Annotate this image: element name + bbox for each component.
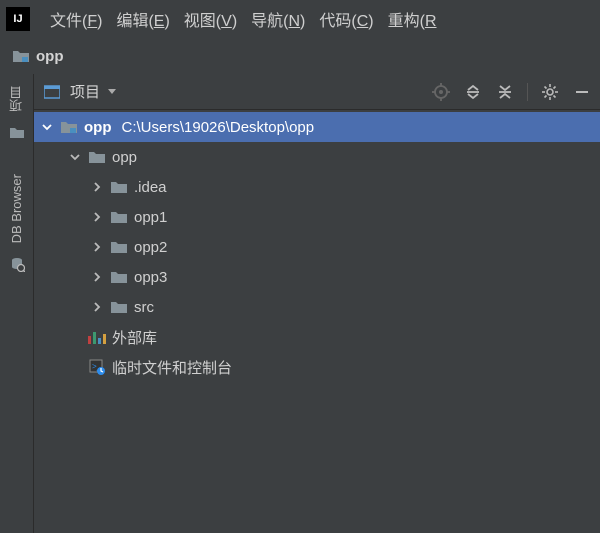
folder-icon	[110, 210, 128, 224]
menu-edit[interactable]: 编辑(E)	[116, 7, 169, 31]
tree-node-label: opp2	[134, 239, 167, 256]
chevron-right-icon[interactable]	[90, 180, 104, 194]
folder-icon	[110, 270, 128, 284]
rail-tab-label: DB Browser	[9, 174, 24, 243]
divider	[527, 83, 528, 101]
tree-node-label: .idea	[134, 179, 167, 196]
locate-icon[interactable]	[431, 82, 451, 102]
folder-icon	[110, 300, 128, 314]
left-tool-rail: 项目 DB Browser	[0, 74, 34, 533]
tree-node[interactable]: .idea	[34, 172, 600, 202]
menu-navigate[interactable]: 导航(N)	[251, 7, 305, 31]
tree-node-label: opp	[84, 119, 112, 136]
project-folder-icon	[12, 49, 30, 63]
menu-code[interactable]: 代码(C)	[319, 7, 373, 31]
expand-all-icon[interactable]	[463, 82, 483, 102]
tree-external-libraries[interactable]: 外部库	[34, 322, 600, 352]
collapse-all-icon[interactable]	[495, 82, 515, 102]
chevron-right-icon[interactable]	[90, 270, 104, 284]
breadcrumb-project[interactable]: opp	[36, 48, 64, 65]
chevron-right-icon[interactable]	[90, 240, 104, 254]
tree-scratches[interactable]: >_ 临时文件和控制台	[34, 352, 600, 382]
chevron-right-icon[interactable]	[90, 210, 104, 224]
tree-node-label: 临时文件和控制台	[112, 357, 232, 378]
chevron-down-icon[interactable]	[68, 150, 82, 164]
scratch-icon: >_	[88, 359, 106, 375]
tree-node-label: src	[134, 299, 154, 316]
tree-node-label: opp	[112, 149, 137, 166]
minimize-icon[interactable]	[572, 82, 592, 102]
tree-node[interactable]: opp3	[34, 262, 600, 292]
menu-view[interactable]: 视图(V)	[184, 7, 237, 31]
menu-refactor[interactable]: 重构(R	[388, 7, 437, 31]
chevron-right-icon[interactable]	[90, 300, 104, 314]
chevron-down-icon[interactable]	[108, 89, 116, 94]
folder-icon	[8, 124, 26, 142]
rail-tab-label: 项目	[7, 86, 26, 112]
gear-icon[interactable]	[540, 82, 560, 102]
tree-node[interactable]: opp1	[34, 202, 600, 232]
menubar: IJ 文件(F) 编辑(E) 视图(V) 导航(N) 代码(C) 重构(R	[0, 0, 600, 38]
panel-header: 项目	[34, 74, 600, 110]
module-folder-icon	[60, 120, 78, 134]
tree-node-path: C:\Users\19026\Desktop\opp	[122, 119, 315, 136]
project-view-icon	[42, 82, 62, 102]
tree-node-label: opp3	[134, 269, 167, 286]
breadcrumb: opp	[0, 38, 600, 74]
panel-title[interactable]: 项目	[70, 81, 100, 102]
folder-icon	[110, 180, 128, 194]
app-icon: IJ	[6, 7, 30, 31]
db-browser-icon	[8, 255, 26, 273]
tree-node-label: opp1	[134, 209, 167, 226]
tree-node[interactable]: opp2	[34, 232, 600, 262]
project-tree[interactable]: opp C:\Users\19026\Desktop\opp opp .idea…	[34, 110, 600, 533]
menu-file[interactable]: 文件(F)	[50, 7, 102, 31]
folder-icon	[110, 240, 128, 254]
folder-icon	[88, 150, 106, 164]
tree-node[interactable]: opp	[34, 142, 600, 172]
tree-root[interactable]: opp C:\Users\19026\Desktop\opp	[34, 112, 600, 142]
rail-tab-project[interactable]: 项目	[3, 78, 30, 120]
library-icon	[88, 330, 106, 344]
tree-node-label: 外部库	[112, 327, 157, 348]
tree-node[interactable]: src	[34, 292, 600, 322]
chevron-down-icon[interactable]	[40, 120, 54, 134]
project-panel: 项目	[34, 74, 600, 533]
rail-tab-db-browser[interactable]: DB Browser	[5, 166, 28, 251]
